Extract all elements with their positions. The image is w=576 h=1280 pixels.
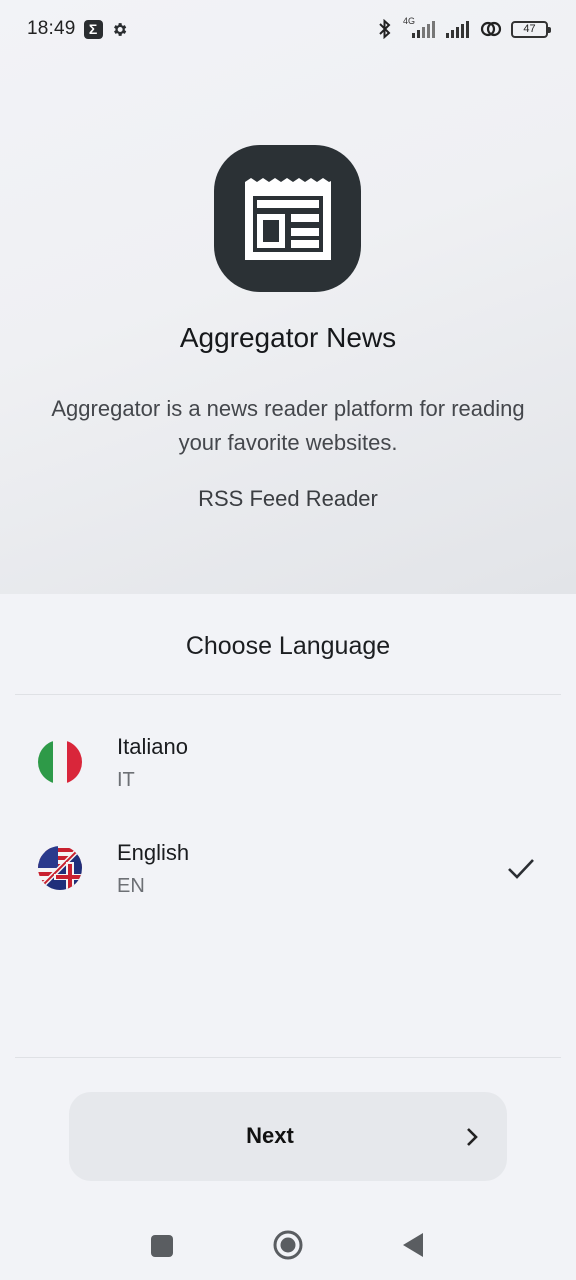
choose-language-title: Choose Language (185, 632, 391, 660)
language-item-italiano[interactable]: Italiano IT (0, 712, 576, 812)
selected-check-icon (508, 859, 534, 879)
divider-bottom (15, 1057, 561, 1058)
language-code: IT (117, 769, 135, 791)
status-bar: 18:49 Σ 4G 47 (0, 0, 576, 58)
next-button[interactable]: Next (69, 1092, 507, 1181)
next-button-label: Next (246, 1123, 294, 1148)
language-item-english[interactable]: English EN (0, 818, 576, 918)
home-circle-icon[interactable] (272, 1229, 304, 1261)
settings-gear-icon (113, 22, 126, 36)
status-time: 18:49 (27, 18, 76, 39)
app-description: Aggregator is a news reader platform for… (51, 396, 525, 455)
divider-top (15, 694, 561, 695)
app-title: Aggregator News (179, 322, 397, 353)
signal-4g-icon: 4G (402, 16, 436, 40)
recents-square-icon[interactable] (151, 1235, 173, 1257)
sigma-app-icon: Σ (83, 19, 103, 39)
us-uk-flag-icon (38, 846, 82, 890)
app-subtitle: RSS Feed Reader (198, 486, 378, 511)
back-triangle-icon[interactable] (402, 1232, 424, 1258)
chevron-right-icon (467, 1128, 478, 1146)
italy-flag-icon (38, 740, 82, 784)
language-code: EN (117, 875, 145, 897)
app-logo-newspaper-icon (214, 145, 361, 292)
language-name: Italiano (117, 734, 188, 759)
battery-level: 47 (523, 23, 536, 35)
link-icon (480, 21, 502, 37)
signal-icon (446, 21, 469, 38)
bluetooth-icon (379, 19, 391, 39)
system-navigation-bar (0, 1215, 576, 1275)
language-name: English (117, 840, 190, 865)
battery-icon: 47 (511, 20, 551, 38)
